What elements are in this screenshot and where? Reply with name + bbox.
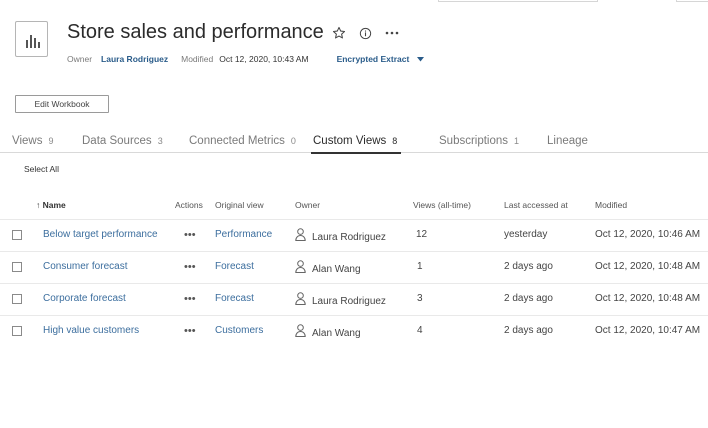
custom-view-name-link[interactable]: Consumer forecast [43,261,127,272]
row-checkbox[interactable] [12,294,22,304]
tab-bar: Views 9 Data Sources 3 Connected Metrics 0 … [0,131,708,154]
workbook-icon [15,21,48,57]
select-all-button[interactable]: Select All [24,164,59,174]
views-count: 4 [417,325,423,336]
modified-date: Oct 12, 2020, 10:46 AM [595,229,701,240]
column-header-modified[interactable]: Modified [595,200,627,210]
tab-label: Lineage [547,135,588,147]
user-icon [295,228,306,246]
top-strip [0,0,708,4]
user-icon [295,292,306,310]
tab-label: Data Sources [82,135,152,147]
tab-data-sources[interactable]: Data Sources 3 [82,135,163,152]
owner-name: Alan Wang [312,264,361,275]
owner-name: Laura Rodriguez [312,296,386,307]
extract-dropdown[interactable]: Encrypted Extract [337,54,410,64]
row-checkbox[interactable] [12,326,22,336]
tab-lineage[interactable]: Lineage [547,135,588,152]
actions-more-icon[interactable]: ••• [184,325,196,337]
column-header-name[interactable]: ↑ Name [36,200,66,210]
page-title: Store sales and performance [67,21,324,43]
column-header-owner[interactable]: Owner [295,200,320,210]
tab-count: 0 [290,136,296,146]
owner-name: Alan Wang [312,328,361,339]
column-header-last-accessed[interactable]: Last accessed at [504,200,568,210]
table-row: Consumer forecast ••• Forecast Alan Wang… [0,251,708,282]
original-view-link[interactable]: Forecast [215,261,254,272]
column-header-actions: Actions [175,200,203,210]
tab-count: 8 [392,136,398,146]
user-icon [295,324,306,342]
sort-ascending-icon: ↑ [36,200,41,210]
custom-view-name-link[interactable]: Corporate forecast [43,293,126,304]
views-count: 1 [417,261,423,272]
tab-label: Connected Metrics [189,135,285,147]
actions-more-icon[interactable]: ••• [184,261,196,273]
views-count: 3 [417,293,423,304]
actions-more-icon[interactable]: ••• [184,293,196,305]
last-accessed: 2 days ago [504,261,553,272]
tab-count: 1 [514,136,520,146]
owner-name: Laura Rodriguez [312,232,386,243]
row-checkbox[interactable] [12,230,22,240]
tab-custom-views[interactable]: Custom Views 8 [311,135,402,154]
caret-down-icon[interactable] [417,56,425,62]
last-accessed: yesterday [504,229,548,240]
last-accessed: 2 days ago [504,293,553,304]
workbook-meta: Owner Laura Rodriguez Modified Oct 12, 2… [67,54,425,64]
original-view-link[interactable]: Customers [215,325,263,336]
custom-view-name-link[interactable]: Below target performance [43,229,158,240]
table-row: Corporate forecast ••• Forecast Laura Ro… [0,283,708,314]
edit-workbook-button[interactable]: Edit Workbook [15,95,109,113]
column-header-label: Name [42,200,66,210]
table-row: Below target performance ••• Performance… [0,219,708,250]
original-view-link[interactable]: Performance [215,229,272,240]
info-icon[interactable] [359,27,372,40]
tab-label: Views [12,135,43,147]
tab-count: 3 [157,136,163,146]
tab-label: Custom Views [313,135,387,147]
modified-date: Oct 12, 2020, 10:47 AM [595,325,701,336]
tab-label: Subscriptions [439,135,509,147]
star-icon[interactable] [332,26,346,40]
modified-date: Oct 12, 2020, 10:48 AM [595,261,701,272]
more-icon[interactable] [385,30,399,36]
user-icon [295,260,306,278]
tab-views[interactable]: Views 9 [12,135,53,152]
tab-connected-metrics[interactable]: Connected Metrics 0 [189,135,296,152]
tab-subscriptions[interactable]: Subscriptions 1 [439,135,519,152]
column-header-views[interactable]: Views (all-time) [413,200,471,210]
search-box-edge[interactable] [438,0,598,2]
custom-view-name-link[interactable]: High value customers [43,325,139,336]
original-view-link[interactable]: Forecast [215,293,254,304]
modified-date: Oct 12, 2020, 10:48 AM [595,293,701,304]
owner-label: Owner [67,54,93,64]
owner-link[interactable]: Laura Rodriguez [101,54,168,64]
tab-count: 9 [48,136,54,146]
row-checkbox[interactable] [12,262,22,272]
views-count: 12 [416,229,428,240]
actions-more-icon[interactable]: ••• [184,229,196,241]
account-box-edge[interactable] [676,0,708,2]
modified-value: Oct 12, 2020, 10:43 AM [219,54,309,64]
column-header-original-view[interactable]: Original view [215,200,264,210]
modified-label: Modified [181,54,214,64]
table-row: High value customers ••• Customers Alan … [0,315,708,346]
last-accessed: 2 days ago [504,325,553,336]
title-actions [332,24,399,42]
